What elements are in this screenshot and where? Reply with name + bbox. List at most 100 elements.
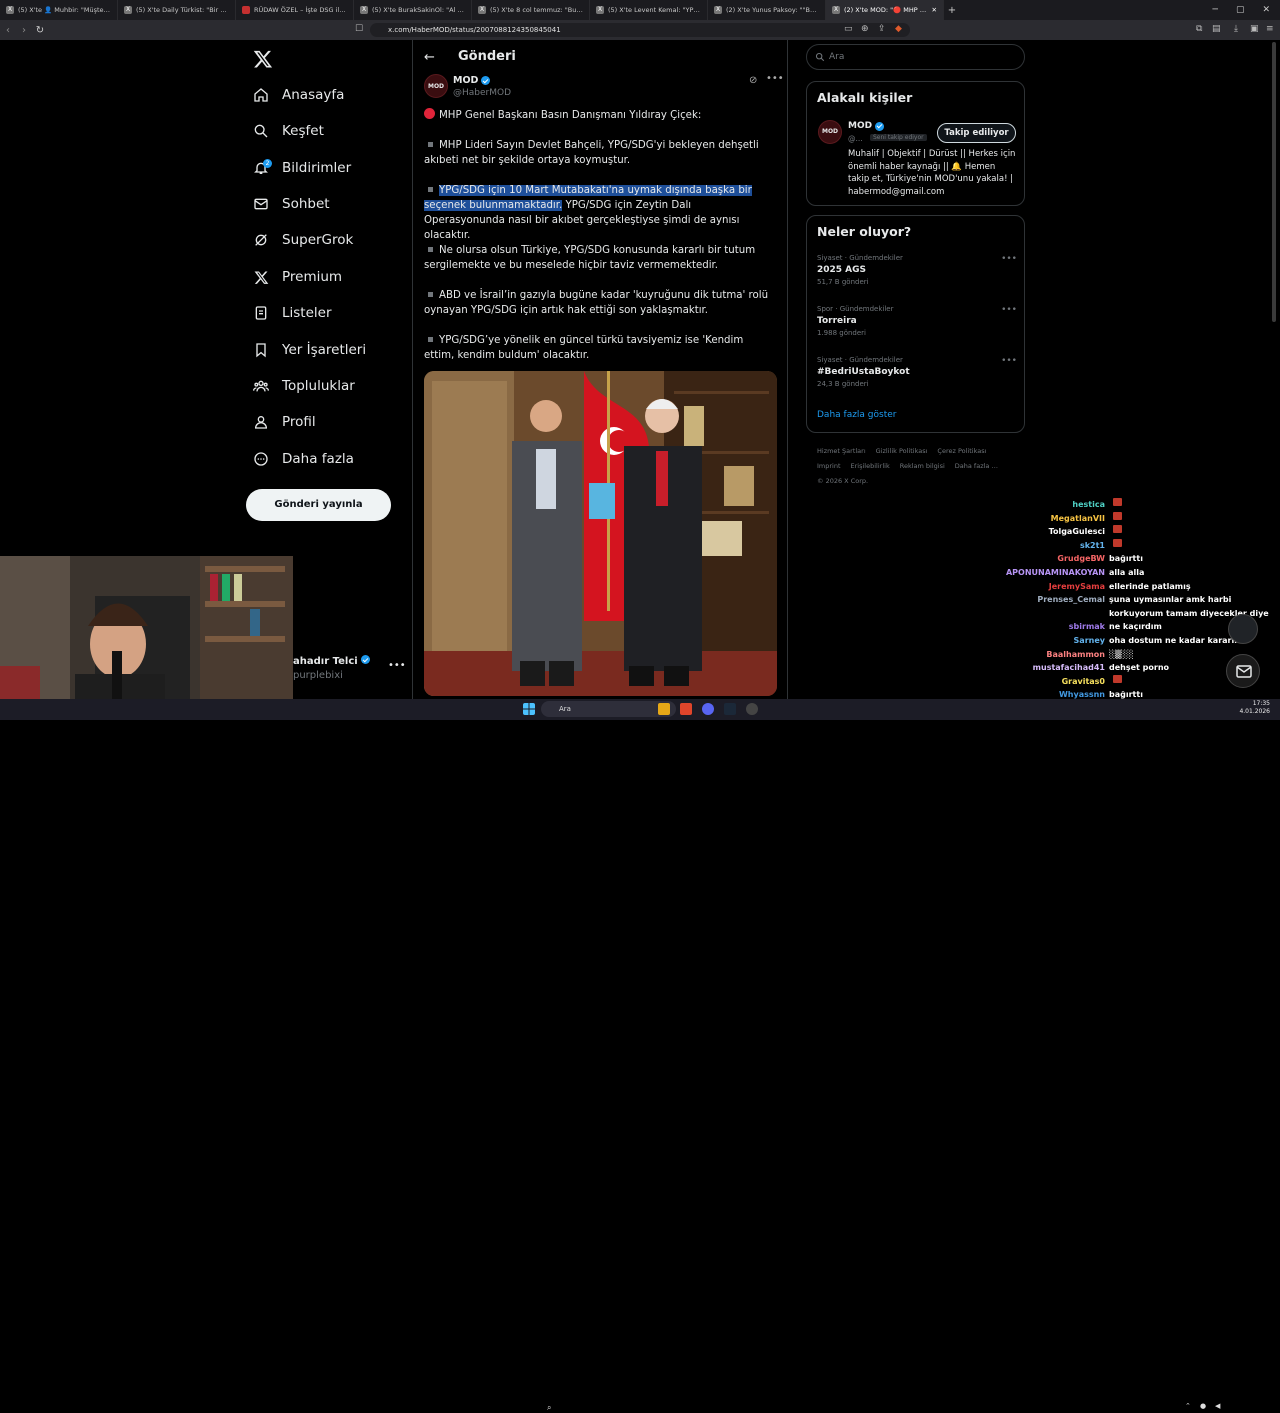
trend-more-icon[interactable]: ••• <box>1001 356 1017 366</box>
address-bar[interactable]: x.com/HaberMOD/status/200708812435084504… <box>370 23 910 37</box>
file-explorer-icon[interactable] <box>658 703 670 715</box>
scrollbar[interactable] <box>1272 42 1276 322</box>
forward-icon[interactable]: › <box>16 25 32 36</box>
obs-icon[interactable] <box>746 703 758 715</box>
chat-username[interactable]: APONUNAMINAKOYAN <box>1000 566 1105 580</box>
new-tab-icon[interactable]: + <box>944 5 960 16</box>
menu-icon[interactable]: ≡ <box>1266 24 1274 34</box>
sidebar-icon[interactable]: ▤ <box>1212 24 1221 34</box>
chat-username[interactable]: sk2t1 <box>1000 539 1105 553</box>
author-handle[interactable]: @HaberMOD <box>453 88 511 98</box>
grok-floating-icon[interactable] <box>1228 614 1258 644</box>
chat-username[interactable]: MegatlanVII <box>1000 512 1105 526</box>
browser-tab[interactable]: X(5) X'te 👤 Muhbir: "Müşteriyle alay <box>0 0 118 20</box>
reload-icon[interactable]: ↻ <box>32 25 48 36</box>
nav-communities[interactable]: Topluluklar <box>252 374 355 398</box>
nav-home[interactable]: Anasayfa <box>252 83 344 107</box>
red-circle-icon <box>424 108 435 119</box>
chat-username[interactable]: Gravitas0 <box>1000 675 1105 689</box>
windows-start-icon[interactable] <box>523 703 535 715</box>
back-arrow-icon[interactable]: ← <box>424 50 435 65</box>
browser-tab[interactable]: RÜDAW ÖZEL – İşte DSG ile Şam aras <box>236 0 354 20</box>
chat-username[interactable]: JeremySama <box>1000 580 1105 594</box>
nav-premium[interactable]: Premium <box>252 265 342 289</box>
bookmark-icon[interactable]: ☐ <box>355 24 363 34</box>
home-icon <box>252 86 270 104</box>
chat-username[interactable]: mustafacihad41 <box>1000 661 1105 675</box>
discord-icon[interactable] <box>702 703 714 715</box>
show-more-link[interactable]: Daha fazla göster <box>817 410 896 420</box>
nav-chat[interactable]: Sohbet <box>252 192 330 216</box>
grok-icon[interactable]: ⊘ <box>749 75 757 86</box>
following-button[interactable]: Takip ediliyor <box>937 123 1016 143</box>
chat-username[interactable] <box>1000 607 1105 621</box>
nav-bookmarks[interactable]: Yer İşaretleri <box>252 338 366 362</box>
chat-username[interactable]: hestica <box>1000 498 1105 512</box>
nav-lists[interactable]: Listeler <box>252 301 332 325</box>
clock[interactable]: 17:35 4.01.2026 <box>1239 700 1270 716</box>
mic-icon[interactable]: ● <box>1200 1402 1206 1410</box>
nav-more[interactable]: Daha fazla <box>252 447 354 471</box>
author-avatar[interactable]: MOD <box>424 74 448 98</box>
nav-supergrok[interactable]: SuperGrok <box>252 228 353 252</box>
share-icon[interactable]: ⇪ <box>878 24 886 34</box>
browser-tab[interactable]: X(5) X'te BurakSakinOl: "Al Jazeera: SD <box>354 0 472 20</box>
trend-item[interactable]: Spor · Gündemdekiler Torreira 1.988 gönd… <box>817 305 1017 337</box>
browser-tab-active[interactable]: X(2) X'te MOD: "🔴 MHP Genel Baş✕ <box>826 0 944 20</box>
post-more-icon[interactable]: ••• <box>766 73 784 84</box>
chevron-up-icon[interactable]: ⌃ <box>1185 1402 1191 1410</box>
footer-link[interactable]: Daha fazla … <box>955 462 998 470</box>
zoom-icon[interactable]: ⊕ <box>861 24 869 34</box>
related-name[interactable]: MOD <box>848 121 885 131</box>
chat-username[interactable]: sbirmak <box>1000 620 1105 634</box>
footer-link[interactable]: Gizlilik Politikası <box>876 447 928 455</box>
bullet-square-icon <box>428 187 433 192</box>
back-icon[interactable]: ‹ <box>0 25 16 36</box>
footer-link[interactable]: Imprint <box>817 462 841 470</box>
account-more-icon[interactable]: ••• <box>388 660 406 671</box>
nav-profile[interactable]: Profil <box>252 410 316 434</box>
close-tab-icon[interactable]: ✕ <box>932 6 937 14</box>
x-logo-icon[interactable] <box>253 49 273 69</box>
chat-username[interactable]: GrudgeBW <box>1000 552 1105 566</box>
wallet-icon[interactable]: ▣ <box>1250 24 1259 34</box>
trend-item[interactable]: Siyaset · Gündemdekiler 2025 AGS 51,7 B … <box>817 254 1017 286</box>
related-avatar[interactable]: MOD <box>818 120 842 144</box>
nav-notifications[interactable]: 2 Bildirimler <box>252 156 351 180</box>
browser-tab[interactable]: X(5) X'te Daily Türkist: "Bir genç, "Üks <box>118 0 236 20</box>
minimize-icon[interactable]: ─ <box>1213 5 1218 15</box>
install-icon[interactable]: ▭ <box>844 24 853 34</box>
account-switcher[interactable]: ahadır Telci purplebixi <box>293 655 371 681</box>
author-name[interactable]: MOD <box>453 75 491 86</box>
browser-tab[interactable]: X(2) X'te Yunus Paksoy: ""Bugün SDG <box>708 0 826 20</box>
chat-username[interactable]: TolgaGulesci <box>1000 525 1105 539</box>
browser-tab[interactable]: X(5) X'te Levent Kemal: "YPG/SDG ile <box>590 0 708 20</box>
footer-link[interactable]: Erişilebilirlik <box>851 462 890 470</box>
steam-icon[interactable] <box>724 703 736 715</box>
more-circle-icon <box>252 450 270 468</box>
messages-button[interactable] <box>1226 654 1260 688</box>
trend-more-icon[interactable]: ••• <box>1001 254 1017 264</box>
chat-username[interactable]: Baalhammon <box>1000 648 1105 662</box>
chat-username[interactable]: Prenses_Cemal <box>1000 593 1105 607</box>
browser-tab[interactable]: X(5) X'te 8 col temmuz: "Bugün SDG a <box>472 0 590 20</box>
search-input[interactable]: Ara <box>806 44 1025 70</box>
chat-username[interactable]: Sarney <box>1000 634 1105 648</box>
brave-browser-icon[interactable] <box>680 703 692 715</box>
speaker-icon[interactable]: ◀ <box>1215 1402 1220 1410</box>
footer-link[interactable]: Reklam bilgisi <box>900 462 945 470</box>
trend-more-icon[interactable]: ••• <box>1001 305 1017 315</box>
footer-link[interactable]: Çerez Politikası <box>937 447 986 455</box>
footer-link[interactable]: Hizmet Şartları <box>817 447 866 455</box>
taskbar-search[interactable]: Ara <box>541 701 676 717</box>
post-image[interactable] <box>424 371 777 696</box>
close-window-icon[interactable]: ✕ <box>1262 5 1270 15</box>
nav-explore[interactable]: Keşfet <box>252 119 324 143</box>
brave-shield-icon[interactable]: ◆ <box>895 24 902 34</box>
post-paragraph: ABD ve İsrail’in gazıyla bugüne kadar 'k… <box>424 290 769 316</box>
trend-item[interactable]: Siyaset · Gündemdekiler #BedriUstaBoykot… <box>817 356 1017 388</box>
post-button[interactable]: Gönderi yayınla <box>246 489 391 521</box>
extensions-icon[interactable]: ⧉ <box>1196 24 1202 34</box>
maximize-icon[interactable]: ▢ <box>1236 5 1245 15</box>
download-icon[interactable]: ⤓ <box>1234 24 1238 34</box>
